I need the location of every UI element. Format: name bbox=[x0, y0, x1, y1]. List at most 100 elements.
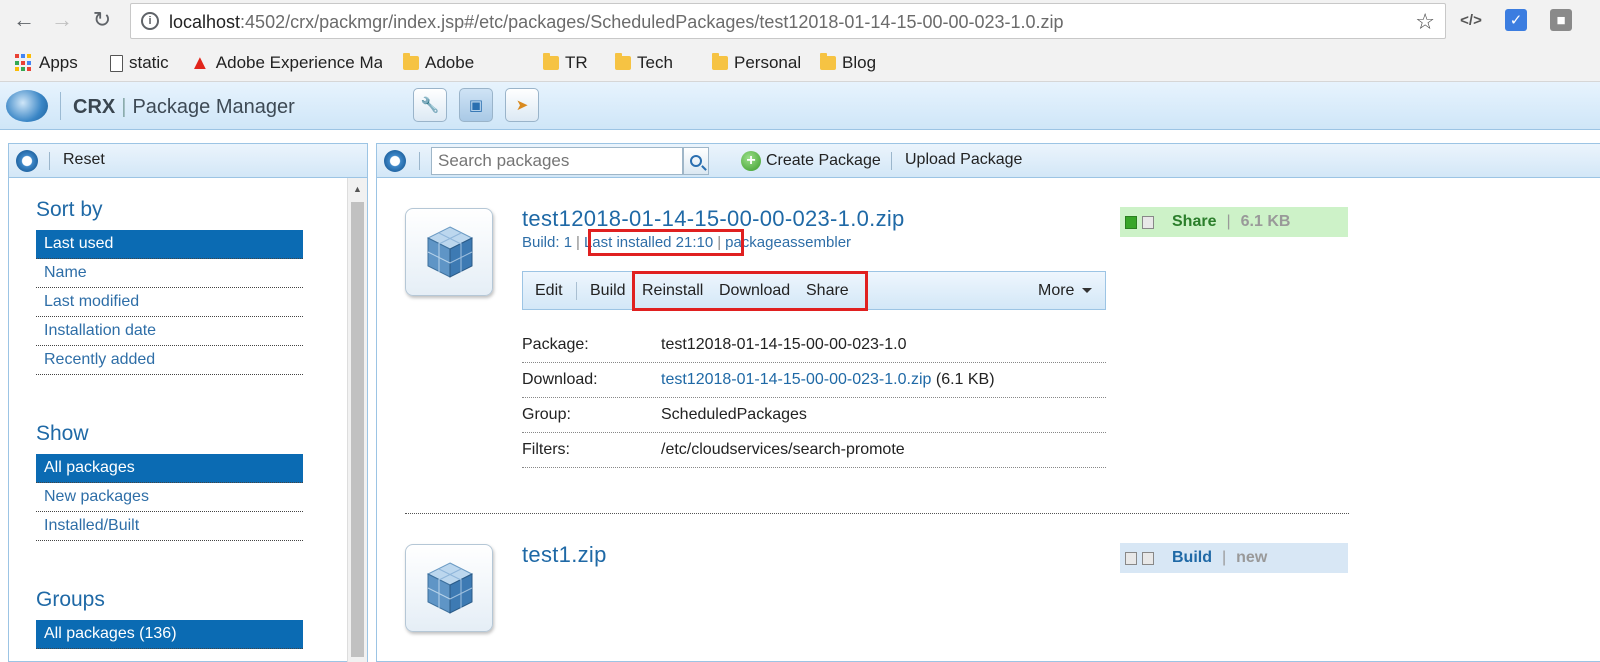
bookmark-folder-adobe[interactable]: Adobe bbox=[403, 52, 474, 74]
sort-recently-added[interactable]: Recently added bbox=[36, 346, 303, 375]
groups-title: Groups bbox=[36, 588, 105, 611]
bookmark-folder-personal[interactable]: Personal bbox=[712, 52, 801, 74]
download-size: (6.1 KB) bbox=[935, 371, 995, 388]
package-icon[interactable] bbox=[405, 544, 493, 632]
bookmark-folder-tech[interactable]: Tech bbox=[615, 52, 673, 74]
highlight-box bbox=[632, 271, 868, 311]
more-label: More bbox=[1038, 282, 1075, 299]
forward-icon[interactable]: → bbox=[48, 6, 76, 34]
bookmark-folder-blog[interactable]: Blog bbox=[820, 52, 876, 74]
bookmarks-bar: Apps static ▲ Adobe Experience Ma Adobe … bbox=[0, 42, 1600, 82]
bookmark-label: Tech bbox=[637, 53, 673, 72]
back-icon[interactable]: ← bbox=[10, 6, 38, 34]
folder-icon bbox=[820, 53, 836, 70]
scroll-up-arrow-icon[interactable]: ▲ bbox=[353, 184, 362, 194]
folder-icon bbox=[403, 53, 419, 70]
build-link[interactable]: Build: 1 bbox=[522, 234, 572, 251]
build-button[interactable]: Build bbox=[590, 282, 626, 300]
detail-row-download: Download: test12018-01-14-15-00-00-023-1… bbox=[522, 363, 1106, 398]
bookmark-label: Adobe bbox=[425, 53, 475, 72]
detail-label: Package: bbox=[522, 336, 589, 353]
browser-toolbar: ← → ↻ i localhost:4502/crx/packmgr/index… bbox=[0, 0, 1600, 42]
bookmark-label: static bbox=[129, 53, 169, 72]
refresh-icon[interactable] bbox=[16, 150, 38, 172]
sort-installation-date[interactable]: Installation date bbox=[36, 317, 303, 346]
cube-icon bbox=[426, 226, 474, 278]
group-all-packages[interactable]: All packages (136) bbox=[36, 620, 303, 649]
star-icon[interactable]: ☆ bbox=[1415, 9, 1435, 35]
highlight-box bbox=[588, 229, 744, 256]
url-text: localhost:4502/crx/packmgr/index.jsp#/et… bbox=[169, 12, 1064, 32]
status-label[interactable]: Build bbox=[1172, 549, 1212, 567]
status-indicator-icon bbox=[1142, 215, 1154, 229]
adobe-icon: ▲ bbox=[190, 52, 210, 74]
reload-icon[interactable]: ↻ bbox=[88, 6, 116, 34]
download-link[interactable]: test12018-01-14-15-00-00-023-1.0.zip bbox=[661, 371, 931, 388]
author-link[interactable]: packageassembler bbox=[725, 234, 851, 251]
bookmark-label: Personal bbox=[734, 53, 802, 72]
edit-button[interactable]: Edit bbox=[535, 282, 563, 300]
detail-value: /etc/cloudservices/search-promote bbox=[661, 441, 905, 458]
bookmark-folder-tr[interactable]: TR bbox=[543, 52, 588, 74]
package-share-icon[interactable]: ➤ bbox=[505, 88, 539, 122]
sort-by-title: Sort by bbox=[36, 198, 103, 221]
tools-icon[interactable]: 🔧 bbox=[413, 88, 447, 122]
search-input[interactable] bbox=[431, 147, 683, 175]
search-button[interactable] bbox=[683, 147, 709, 175]
sort-last-modified[interactable]: Last modified bbox=[36, 288, 303, 317]
divider bbox=[576, 282, 577, 300]
show-new-packages[interactable]: New packages bbox=[36, 483, 303, 512]
show-all-packages[interactable]: All packages bbox=[36, 454, 303, 483]
detail-row-package: Package: test12018-01-14-15-00-00-023-1.… bbox=[522, 328, 1106, 363]
create-package-label: Create Package bbox=[766, 152, 881, 169]
package-title-link[interactable]: test1.zip bbox=[522, 542, 607, 568]
code-icon[interactable]: </> bbox=[1460, 9, 1482, 31]
sort-last-used[interactable]: Last used bbox=[36, 230, 303, 259]
folder-icon bbox=[615, 53, 631, 70]
detail-value: test12018-01-14-15-00-00-023-1.0.zip (6.… bbox=[661, 371, 995, 389]
scroll-thumb[interactable] bbox=[351, 202, 364, 657]
detail-label: Group: bbox=[522, 406, 571, 423]
more-dropdown[interactable]: More bbox=[1038, 282, 1093, 300]
status-indicator-icon bbox=[1142, 551, 1154, 565]
bookmark-adobe-experience[interactable]: ▲ Adobe Experience Ma bbox=[190, 52, 382, 74]
status-label: Share bbox=[1172, 213, 1217, 230]
filter-list: Sort by Last used Name Last modified Ins… bbox=[9, 178, 347, 662]
status-indicator-icon bbox=[1125, 215, 1137, 229]
package-state: new bbox=[1236, 549, 1268, 566]
package-status-badge: Share | 6.1 KB bbox=[1120, 207, 1348, 237]
folder-icon bbox=[712, 53, 728, 70]
show-title: Show bbox=[36, 422, 89, 445]
detail-row-group: Group: ScheduledPackages bbox=[522, 398, 1106, 433]
scrollbar[interactable]: ▲ bbox=[347, 178, 367, 662]
create-package-button[interactable]: + Create Package bbox=[741, 151, 881, 171]
page-icon bbox=[110, 54, 123, 72]
info-icon[interactable]: i bbox=[141, 12, 159, 30]
package-status-badge: Build | new bbox=[1120, 543, 1348, 573]
search-icon bbox=[690, 155, 702, 167]
chevron-down-icon bbox=[1082, 288, 1093, 294]
refresh-icon[interactable] bbox=[384, 150, 406, 172]
package-size: 6.1 KB bbox=[1240, 213, 1291, 230]
bookmark-label: Apps bbox=[39, 53, 78, 72]
reset-button[interactable]: Reset bbox=[63, 151, 105, 169]
package-icon[interactable] bbox=[405, 208, 493, 296]
detail-value: ScheduledPackages bbox=[661, 406, 807, 423]
folder-icon bbox=[543, 53, 559, 70]
address-bar[interactable]: i localhost:4502/crx/packmgr/index.jsp#/… bbox=[130, 3, 1446, 39]
bookmark-label: Adobe Experience Ma bbox=[215, 53, 382, 72]
package-divider bbox=[405, 513, 1349, 514]
app-header: CRX | Package Manager 🔧 ▣ ➤ bbox=[0, 82, 1600, 130]
upload-package-button[interactable]: Upload Package bbox=[905, 151, 1022, 169]
detail-row-filters: Filters: /etc/cloudservices/search-promo… bbox=[522, 433, 1106, 468]
package-manager-icon[interactable]: ▣ bbox=[459, 88, 493, 122]
show-installed-built[interactable]: Installed/Built bbox=[36, 512, 303, 541]
packages-toolbar: + Create Package Upload Package bbox=[377, 144, 1600, 178]
sort-name[interactable]: Name bbox=[36, 259, 303, 288]
checkmark-extension-icon[interactable]: ✓ bbox=[1505, 9, 1527, 31]
divider bbox=[419, 152, 420, 170]
bookmark-apps[interactable]: Apps bbox=[15, 52, 78, 74]
bookmark-static[interactable]: static bbox=[110, 52, 169, 74]
detail-label: Filters: bbox=[522, 441, 570, 458]
extension-icon[interactable]: ■ bbox=[1550, 9, 1572, 31]
